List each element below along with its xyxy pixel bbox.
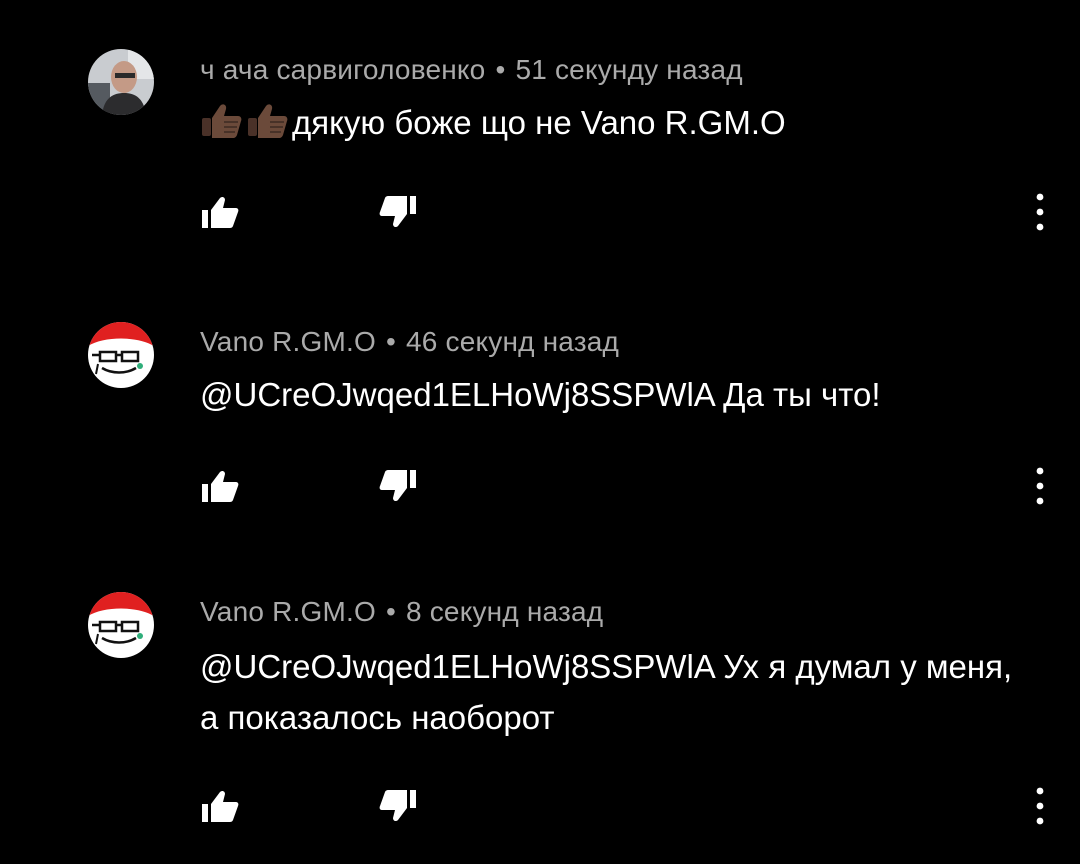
comment-author[interactable]: ч ача сарвиголовенко xyxy=(200,54,485,85)
more-vertical-icon xyxy=(1016,188,1064,236)
comment-text: @UCreOJwqed1ELHoWj8SSPWlA Да ты что! xyxy=(200,369,1030,420)
comment-text-content: @UCreOJwqed1ELHoWj8SSPWlA Ух я думал у м… xyxy=(200,648,1013,736)
comment-actions xyxy=(0,462,1080,512)
comment-timestamp: 51 секунду назад xyxy=(515,54,743,85)
comment-author[interactable]: Vano R.GM.O xyxy=(200,596,376,627)
comment-text-content: @UCreOJwqed1ELHoWj8SSPWlA Да ты что! xyxy=(200,376,881,413)
comment-actions xyxy=(0,782,1080,832)
like-button[interactable] xyxy=(196,188,244,236)
comment-text: @UCreOJwqed1ELHoWj8SSPWlA Ух я думал у м… xyxy=(200,641,1030,743)
thumbs-up-icon xyxy=(196,782,244,830)
thumbs-down-icon xyxy=(374,462,422,510)
dislike-button[interactable] xyxy=(374,188,422,236)
comment-text-content: дякую боже що не Vano R.GM.O xyxy=(292,104,786,141)
comment-timestamp: 46 секунд назад xyxy=(405,326,620,357)
thumbs-down-icon xyxy=(374,782,422,830)
user-avatar[interactable] xyxy=(88,322,154,388)
thumbs-up-emoji xyxy=(200,102,244,140)
user-avatar[interactable] xyxy=(88,592,154,658)
meta-separator: • xyxy=(495,54,506,85)
user-avatar[interactable] xyxy=(88,49,154,115)
dislike-button[interactable] xyxy=(374,782,422,830)
thumbs-up-icon xyxy=(196,188,244,236)
more-options-button[interactable] xyxy=(1016,188,1046,236)
like-button[interactable] xyxy=(196,782,244,830)
more-vertical-icon xyxy=(1016,462,1064,510)
comment-actions xyxy=(0,188,1080,238)
comment-meta: Vano R.GM.O • 46 секунд назад xyxy=(200,326,619,358)
more-vertical-icon xyxy=(1016,782,1064,830)
meta-separator: • xyxy=(385,326,396,357)
meta-separator: • xyxy=(385,596,396,627)
more-options-button[interactable] xyxy=(1016,782,1046,830)
comment-meta: ч ача сарвиголовенко • 51 секунду назад xyxy=(200,54,743,86)
more-options-button[interactable] xyxy=(1016,462,1046,510)
comment-timestamp: 8 секунд назад xyxy=(405,596,604,627)
comment-author[interactable]: Vano R.GM.O xyxy=(200,326,376,357)
like-button[interactable] xyxy=(196,462,244,510)
dislike-button[interactable] xyxy=(374,462,422,510)
thumbs-down-icon xyxy=(374,188,422,236)
thumbs-up-icon xyxy=(196,462,244,510)
thumbs-up-emoji xyxy=(246,102,290,140)
comment-text: дякую боже що не Vano R.GM.O xyxy=(200,97,1030,148)
comment-meta: Vano R.GM.O • 8 секунд назад xyxy=(200,596,603,628)
